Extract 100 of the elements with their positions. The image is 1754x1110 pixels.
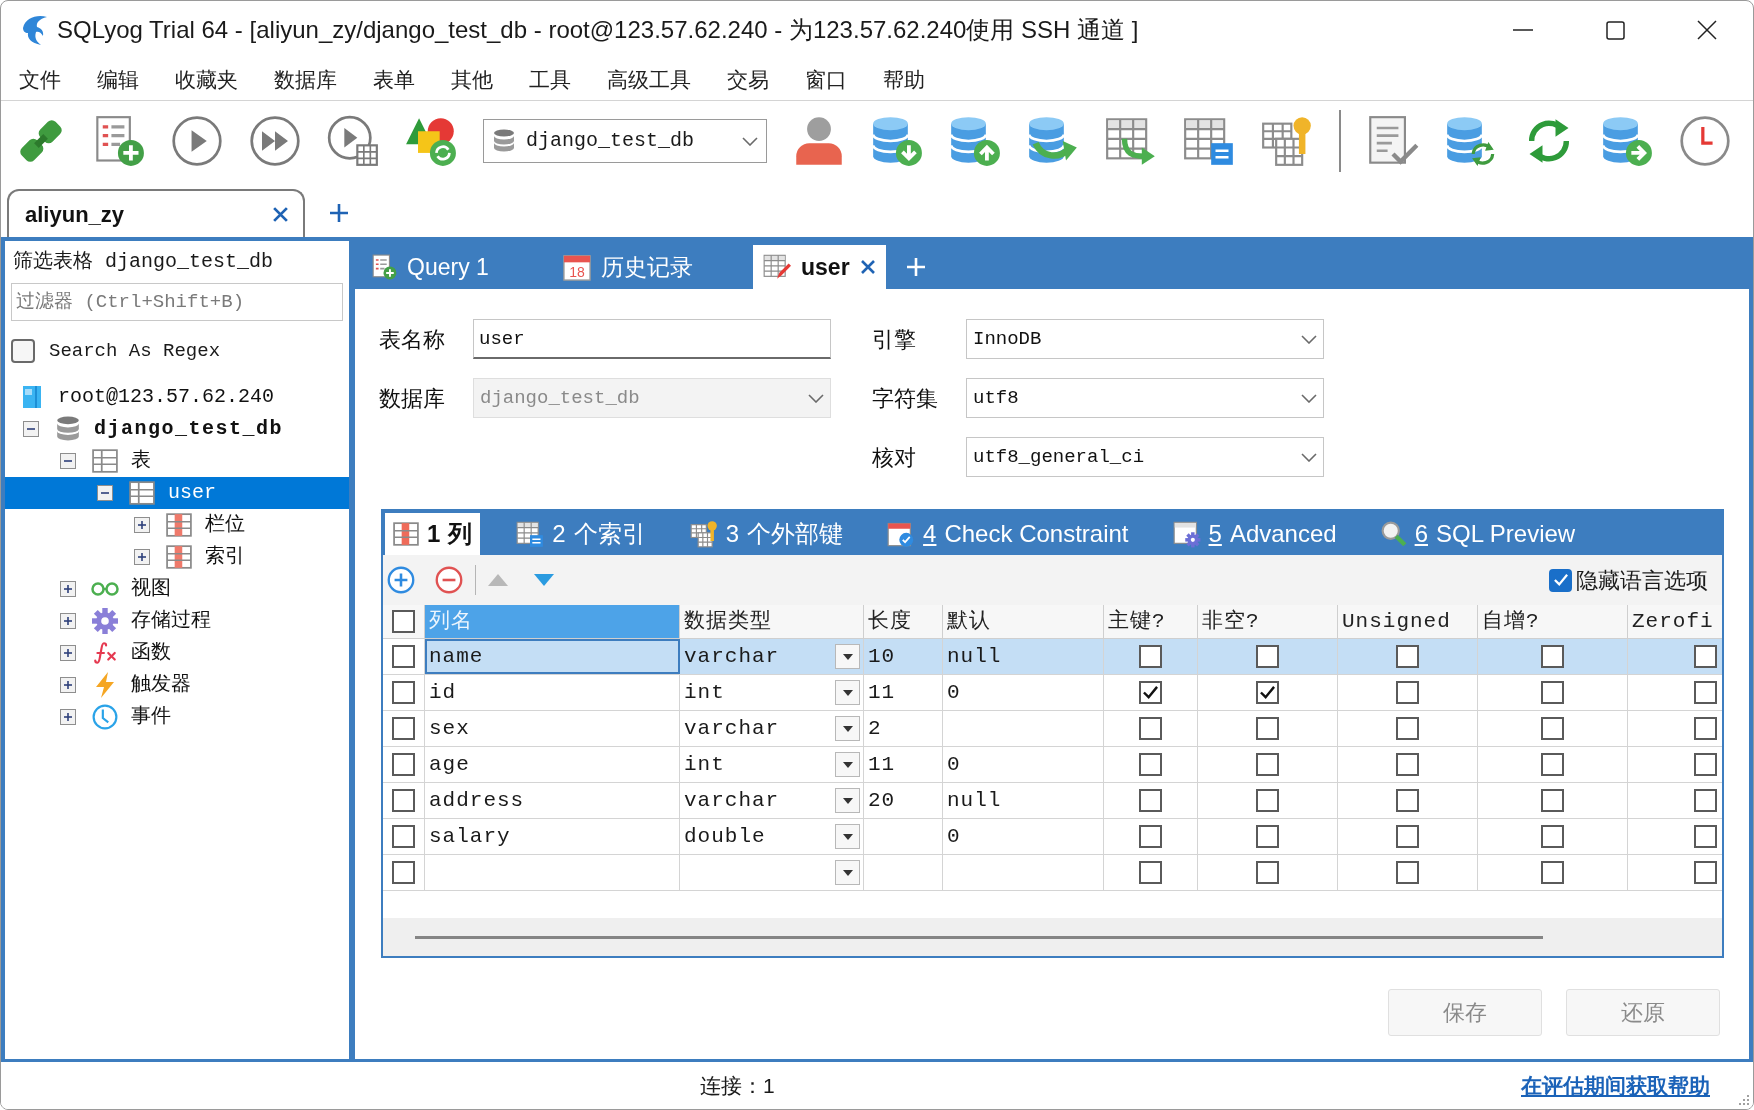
dropdown-field[interactable]: InnoDB <box>966 319 1324 359</box>
tree-item[interactable]: 视图 <box>5 573 349 605</box>
menu-item[interactable]: 帮助 <box>883 63 925 96</box>
plus-icon[interactable] <box>329 203 349 223</box>
checkbox[interactable] <box>1139 825 1162 848</box>
table-key-icon[interactable] <box>1261 115 1313 167</box>
expand-icon[interactable] <box>60 581 76 597</box>
column-header[interactable]: 长度 <box>864 605 943 638</box>
checkbox[interactable] <box>1541 681 1564 704</box>
tree-item[interactable]: 事件 <box>5 701 349 733</box>
tree-item[interactable]: user <box>5 477 349 509</box>
tree-item[interactable]: 函数 <box>5 637 349 669</box>
column-header[interactable]: 数据类型 <box>680 605 864 638</box>
checkbox[interactable] <box>1396 681 1419 704</box>
text-field[interactable]: user <box>473 319 831 359</box>
checkbox[interactable] <box>1139 645 1162 668</box>
column-header[interactable]: 非空? <box>1198 605 1338 638</box>
menu-item[interactable]: 文件 <box>19 63 61 96</box>
collapse-icon[interactable] <box>23 421 39 437</box>
column-header[interactable]: 自增? <box>1478 605 1628 638</box>
play-icon[interactable] <box>171 115 223 167</box>
checkbox[interactable] <box>1541 717 1564 740</box>
checkbox[interactable] <box>1541 789 1564 812</box>
expand-icon[interactable] <box>134 549 150 565</box>
database-dropdown[interactable]: django_test_db <box>483 119 767 163</box>
connection-tab[interactable]: aliyun_zy <box>7 189 305 237</box>
dropdown-button[interactable] <box>835 860 860 885</box>
checkbox[interactable] <box>11 339 35 363</box>
checkbox[interactable] <box>1396 789 1419 812</box>
table-row[interactable]: age int 11 0 <box>383 747 1722 783</box>
checkbox[interactable] <box>1396 825 1419 848</box>
expand-icon[interactable] <box>60 709 76 725</box>
checkbox[interactable] <box>1139 681 1162 704</box>
remove-circle-icon[interactable] <box>435 566 463 594</box>
checkbox[interactable] <box>1694 645 1717 668</box>
menu-item[interactable]: 其他 <box>451 63 493 96</box>
scrollbar-thumb[interactable] <box>415 935 1543 939</box>
shapes-icon[interactable] <box>405 115 457 167</box>
checkbox[interactable] <box>392 825 415 848</box>
checkbox[interactable] <box>1256 861 1279 884</box>
table-row[interactable]: salary double 0 <box>383 819 1722 855</box>
checkbox[interactable] <box>1694 717 1717 740</box>
checkbox[interactable] <box>1256 789 1279 812</box>
tree-item[interactable]: django_test_db <box>5 413 349 445</box>
maximize-icon[interactable] <box>1605 20 1625 40</box>
checkbox[interactable] <box>392 717 415 740</box>
database-upload-icon[interactable] <box>949 115 1001 167</box>
filter-field[interactable]: 过滤器 (Ctrl+Shift+B) <box>11 283 343 321</box>
checkbox[interactable] <box>1694 861 1717 884</box>
document-plus-icon[interactable] <box>93 115 145 167</box>
checkbox[interactable] <box>392 610 415 633</box>
checkbox[interactable] <box>1541 645 1564 668</box>
table-arrow-icon[interactable] <box>1105 115 1157 167</box>
checkbox[interactable] <box>1694 789 1717 812</box>
column-header[interactable]: Zerofi <box>1628 605 1722 638</box>
tab[interactable]: 6 SQL Preview <box>1372 513 1584 555</box>
checkbox[interactable] <box>1549 568 1572 592</box>
table-row[interactable] <box>383 855 1722 891</box>
column-header[interactable]: 主键? <box>1104 605 1198 638</box>
checkbox[interactable] <box>1694 681 1717 704</box>
checkbox[interactable] <box>1396 861 1419 884</box>
dropdown-button[interactable] <box>835 824 860 849</box>
table-list-icon[interactable] <box>1183 115 1235 167</box>
close-icon[interactable] <box>859 259 876 275</box>
tab[interactable]: 18 历史记录 <box>561 245 753 289</box>
horizontal-scrollbar[interactable] <box>383 918 1722 956</box>
checkbox[interactable] <box>1139 861 1162 884</box>
database-sync-icon[interactable] <box>1445 115 1497 167</box>
column-header[interactable]: 默认 <box>943 605 1104 638</box>
menu-item[interactable]: 表单 <box>373 63 415 96</box>
tree-item[interactable]: 表 <box>5 445 349 477</box>
checkbox[interactable] <box>392 681 415 704</box>
menu-item[interactable]: 数据库 <box>274 63 337 96</box>
tree-item[interactable]: root@123.57.62.240 <box>5 381 349 413</box>
document-check-icon[interactable] <box>1367 115 1419 167</box>
menu-item[interactable]: 窗口 <box>805 63 847 96</box>
collapse-icon[interactable] <box>60 453 76 469</box>
tab[interactable]: Query 1 <box>369 245 561 289</box>
checkbox[interactable] <box>392 753 415 776</box>
add-circle-icon[interactable] <box>387 566 415 594</box>
collapse-icon[interactable] <box>97 485 113 501</box>
dropdown-field[interactable]: utf8 <box>966 378 1324 418</box>
table-row[interactable]: address varchar 20 null <box>383 783 1722 819</box>
dropdown-field[interactable]: utf8_general_ci <box>966 437 1324 477</box>
checkbox[interactable] <box>1694 753 1717 776</box>
tree-item[interactable]: 索引 <box>5 541 349 573</box>
checkbox[interactable] <box>392 789 415 812</box>
fast-forward-icon[interactable] <box>249 115 301 167</box>
close-icon[interactable] <box>272 205 289 223</box>
tab[interactable]: 4 Check Constraint <box>879 513 1137 555</box>
expand-icon[interactable] <box>134 517 150 533</box>
tab[interactable]: 5 Advanced <box>1164 513 1345 555</box>
checkbox[interactable] <box>392 861 415 884</box>
menu-item[interactable]: 编辑 <box>97 63 139 96</box>
dropdown-button[interactable] <box>835 752 860 777</box>
user-icon[interactable] <box>793 115 845 167</box>
tab[interactable]: 3 个外部键 <box>681 513 852 555</box>
checkbox[interactable] <box>1256 717 1279 740</box>
checkbox[interactable] <box>1256 681 1279 704</box>
expand-icon[interactable] <box>60 613 76 629</box>
